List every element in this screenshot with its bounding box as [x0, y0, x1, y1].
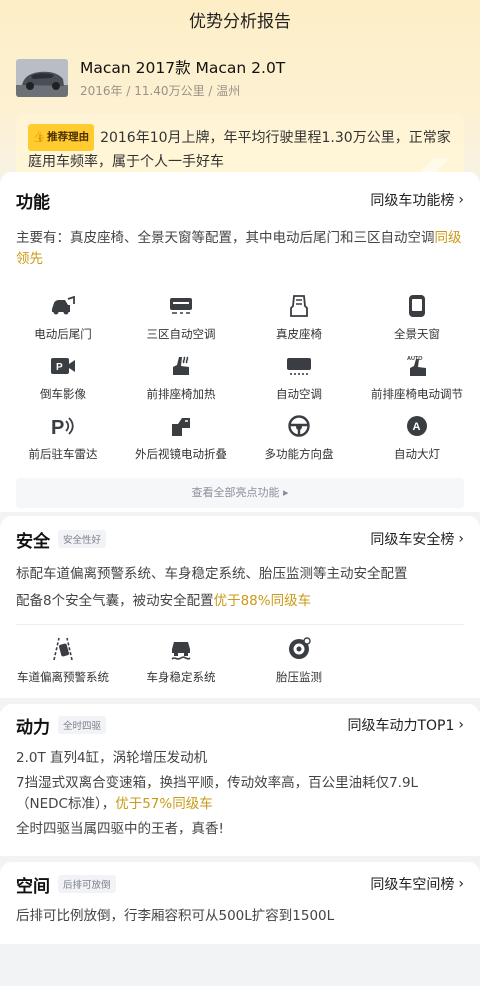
feature-item[interactable]: 车道偏离预警系统 — [4, 637, 122, 697]
tire-pressure-icon — [286, 637, 312, 661]
safety-description-1: 标配车道偏离预警系统、车身稳定系统、胎压监测等主动安全配置 — [16, 566, 408, 582]
leather-seat-icon — [286, 294, 312, 318]
feature-item[interactable]: A 自动大灯 — [358, 414, 476, 474]
power-line-1: 2.0T 直列4缸，涡轮增压发动机 — [16, 750, 208, 766]
svg-text:P: P — [51, 417, 64, 437]
auto-ac-icon — [286, 354, 312, 378]
car-name: Macan 2017款 Macan 2.0T — [80, 58, 286, 77]
safety-description-2: 配备8个安全气囊，被动安全配置优于88%同级车 — [16, 593, 312, 609]
seat-heating-icon — [168, 354, 194, 378]
space-title: 空间 — [16, 876, 50, 897]
parking-radar-icon: P — [50, 414, 76, 438]
space-section: 空间 后排可放倒 同级车空间榜 › 后排可比例放倒，行李厢容积可从500L扩容到1… — [0, 862, 480, 944]
svg-text:P: P — [56, 362, 63, 373]
car-info[interactable]: Macan 2017款 Macan 2.0T 2016年 / 11.40万公里 … — [0, 44, 480, 104]
sunroof-icon — [404, 294, 430, 318]
feature-item[interactable]: P 倒车影像 — [4, 354, 122, 414]
safety-title: 安全 — [16, 531, 50, 552]
power-title: 动力 — [16, 717, 50, 738]
power-section: 动力 全时四驱 同级车动力TOP1 › 2.0T 直列4缸，涡轮增压发动机 7挡湿… — [0, 704, 480, 856]
chevron-right-icon: › — [458, 531, 464, 547]
lane-departure-icon — [50, 637, 76, 661]
function-title: 功能 — [16, 192, 50, 213]
feature-item[interactable]: 全景天窗 — [358, 294, 476, 354]
stability-control-icon — [168, 637, 194, 661]
safety-section: 安全 安全性好 同级车安全榜 › 标配车道偏离预警系统、车身稳定系统、胎压监测等主… — [0, 516, 480, 698]
function-ranking-link[interactable]: 同级车功能榜 › — [370, 190, 464, 210]
feature-item[interactable]: 前排座椅加热 — [122, 354, 240, 414]
space-badge: 后排可放倒 — [58, 875, 116, 893]
page-title: 优势分析报告 — [189, 12, 291, 32]
car-meta: 2016年 / 11.40万公里 / 温州 — [80, 83, 241, 98]
power-line-2: 7挡湿式双离合变速箱，换挡平顺，传动效率高，百公里油耗仅7.9L（NEDC标准）… — [16, 775, 419, 812]
mirror-fold-icon — [168, 414, 194, 438]
feature-item[interactable]: 车身稳定系统 — [122, 637, 240, 697]
feature-item[interactable]: AUTO 前排座椅电动调节 — [358, 354, 476, 414]
svg-text:AUTO: AUTO — [407, 356, 423, 362]
svg-text:A: A — [413, 421, 421, 433]
function-feature-grid: 电动后尾门 三区自动空调 真皮座椅 全景天窗 P 倒车影像 前排座椅加热 自动空… — [0, 294, 480, 474]
tailgate-icon — [50, 294, 76, 318]
chevron-right-icon: › — [458, 876, 464, 892]
chevron-right-icon: › — [458, 192, 464, 208]
chevron-right-icon: › — [458, 717, 464, 733]
car-thumbnail — [16, 59, 68, 97]
feature-item[interactable]: 电动后尾门 — [4, 294, 122, 354]
function-section: 功能 同级车功能榜 › 主要有：真皮座椅、全景天窗等配置，其中电动后尾门和三区自动… — [0, 172, 480, 512]
feature-item[interactable]: 三区自动空调 — [122, 294, 240, 354]
seat-adjust-icon: AUTO — [404, 354, 430, 378]
reverse-camera-icon: P — [50, 354, 76, 378]
view-all-features-button[interactable]: 查看全部亮点功能 ▸ — [16, 478, 464, 508]
power-badge: 全时四驱 — [58, 716, 107, 734]
feature-item[interactable]: 真皮座椅 — [240, 294, 358, 354]
climate-zone-icon — [168, 294, 194, 318]
feature-item[interactable]: P 前后驻车雷达 — [4, 414, 122, 474]
auto-headlight-icon: A — [404, 414, 430, 438]
feature-item[interactable]: 多功能方向盘 — [240, 414, 358, 474]
feature-item[interactable]: 自动空调 — [240, 354, 358, 414]
power-line-3: 全时四驱当属四驱中的王者，真香! — [16, 821, 224, 837]
safety-feature-grid: 车道偏离预警系统 车身稳定系统 胎压监测 — [0, 637, 480, 697]
safety-ranking-link[interactable]: 同级车安全榜 › — [370, 529, 464, 549]
space-line-1: 后排可比例放倒，行李厢容积可从500L扩容到1500L — [16, 908, 335, 924]
feature-item[interactable]: 外后视镜电动折叠 — [122, 414, 240, 474]
feature-item[interactable]: 胎压监测 — [240, 637, 358, 697]
divider — [16, 624, 464, 625]
space-ranking-link[interactable]: 同级车空间榜 › — [370, 874, 464, 894]
power-ranking-link[interactable]: 同级车动力TOP1 › — [347, 715, 464, 735]
thumbs-up-icon: 👍 — [32, 131, 46, 143]
recommend-reason-tag: 👍 推荐理由 — [28, 124, 95, 151]
safety-badge: 安全性好 — [58, 530, 107, 548]
steering-wheel-icon — [286, 414, 312, 438]
function-description: 主要有：真皮座椅、全景天窗等配置，其中电动后尾门和三区自动空调同级领先 — [16, 230, 462, 267]
